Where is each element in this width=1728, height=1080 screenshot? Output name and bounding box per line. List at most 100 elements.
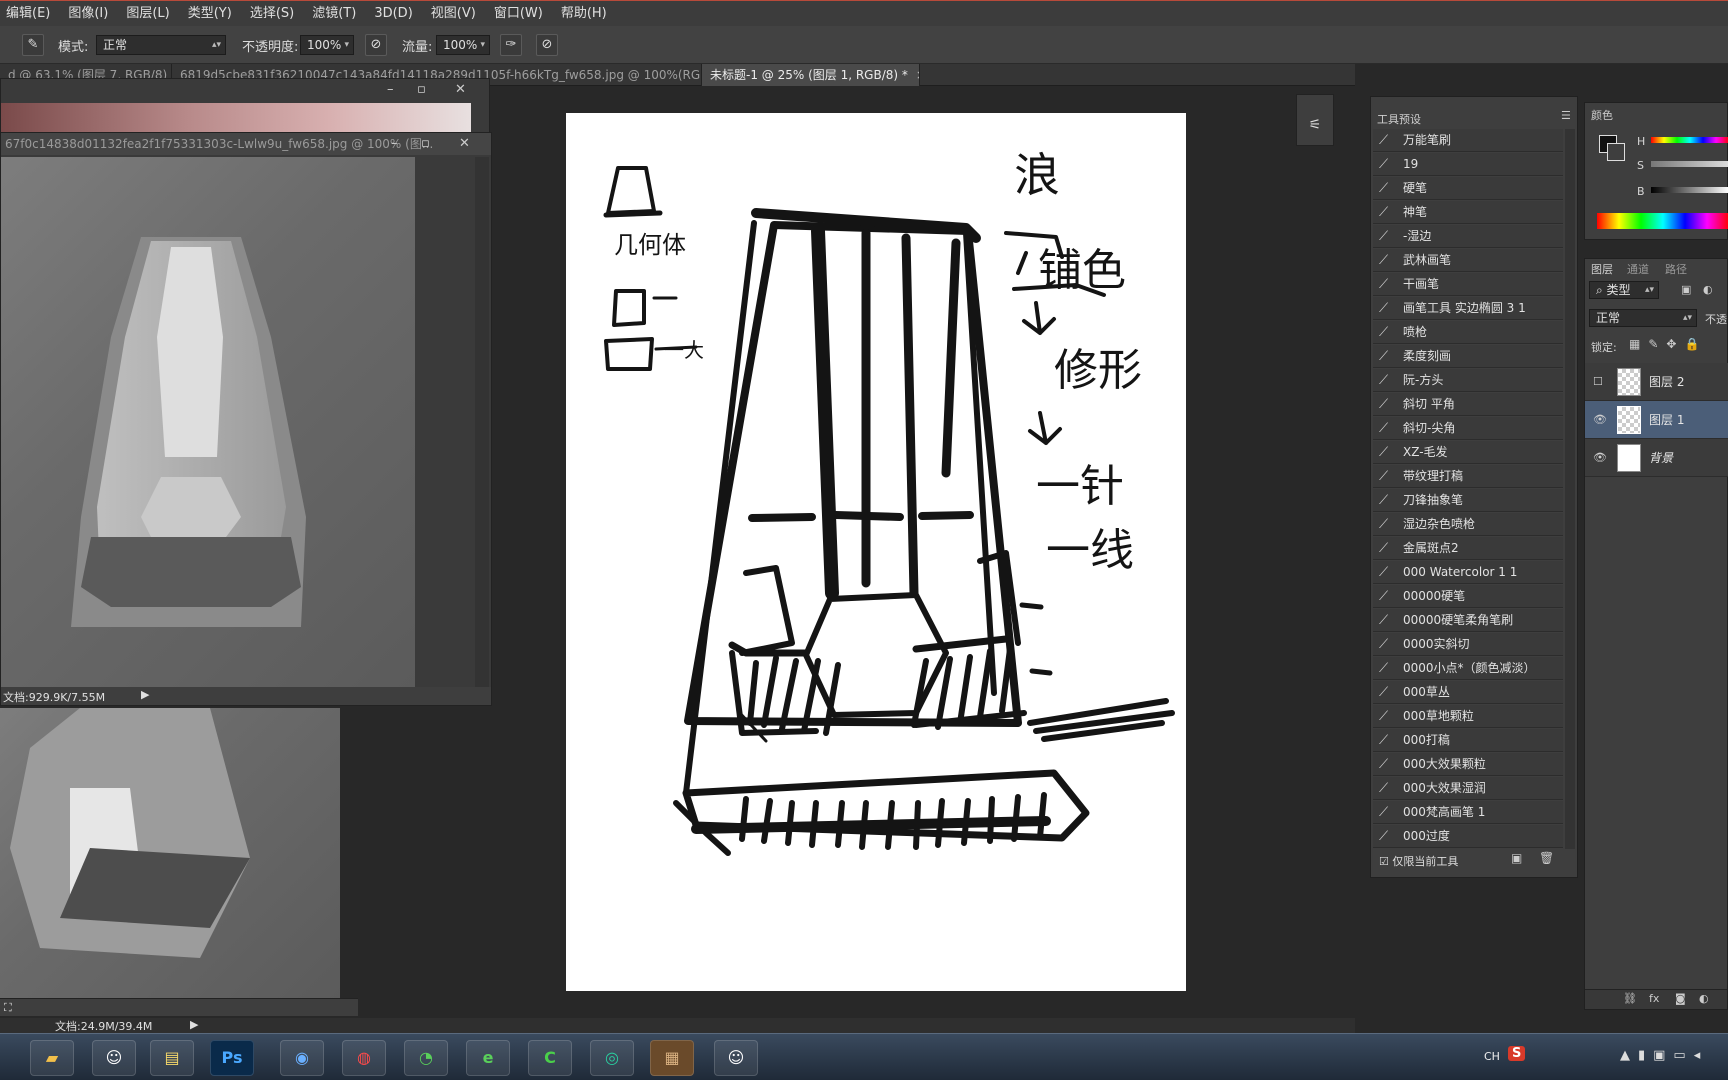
- minimize-icon[interactable]: –: [391, 133, 398, 155]
- eye-icon[interactable]: 👁: [1593, 439, 1607, 477]
- mask-icon[interactable]: ◙: [1675, 992, 1686, 1005]
- lock-icons[interactable]: ▦✎✥🔒: [1629, 337, 1707, 351]
- menu-image[interactable]: 图像(I): [59, 1, 117, 27]
- preset-item[interactable]: ⟋ 柔度刻画: [1373, 345, 1563, 368]
- new-preset-icon[interactable]: ▣: [1511, 851, 1522, 865]
- link-icon[interactable]: ⛓: [1623, 992, 1637, 1005]
- preset-item[interactable]: ⟋ 000草地颗粒: [1373, 705, 1563, 728]
- preset-item[interactable]: ⟋ 000大效果颗粒: [1373, 753, 1563, 776]
- current-tool-only-checkbox[interactable]: ☑ 仅限当前工具: [1379, 853, 1458, 869]
- scrollbar-vertical[interactable]: [475, 157, 489, 687]
- layer-row-1[interactable]: 👁 图层 1: [1585, 401, 1728, 439]
- preset-item[interactable]: ⟋ 000草丛: [1373, 681, 1563, 704]
- preset-item[interactable]: ⟋ 000 Watercolor 1 1: [1373, 561, 1563, 584]
- tab-paths[interactable]: 路径: [1665, 261, 1687, 277]
- menu-view[interactable]: 视图(V): [422, 1, 485, 27]
- qq-icon[interactable]: ☺: [92, 1040, 136, 1076]
- menu-layer[interactable]: 图层(L): [117, 1, 178, 27]
- photoshop-icon[interactable]: Ps: [210, 1040, 254, 1076]
- tool-preset-picker-icon[interactable]: ✎: [22, 34, 44, 56]
- pressure-opacity-icon[interactable]: ⊘: [365, 34, 387, 56]
- filter-image-icon[interactable]: ▣: [1681, 283, 1691, 296]
- status-menu-arrow-icon[interactable]: ▶: [141, 688, 149, 701]
- trash-icon[interactable]: 🗑: [1539, 851, 1554, 865]
- minimize-icon[interactable]: –: [387, 79, 394, 101]
- browser-icon[interactable]: ◉: [280, 1040, 324, 1076]
- maximize-icon[interactable]: ▫: [421, 133, 430, 155]
- explorer-icon[interactable]: ▰: [30, 1040, 74, 1076]
- preset-item[interactable]: ⟋ 19: [1373, 153, 1563, 176]
- close-icon[interactable]: ×: [916, 68, 919, 82]
- wechat-icon[interactable]: ◔: [404, 1040, 448, 1076]
- preset-item[interactable]: ⟋ 喷枪: [1373, 321, 1563, 344]
- preset-item[interactable]: ⟋ 斜切 平角: [1373, 393, 1563, 416]
- menu-window[interactable]: 窗口(W): [485, 1, 552, 27]
- menu-filter[interactable]: 滤镜(T): [303, 1, 365, 27]
- preset-item[interactable]: ⟋ 阮-方头: [1373, 369, 1563, 392]
- layer-row-2[interactable]: ☐ 图层 2: [1585, 363, 1728, 401]
- preset-item[interactable]: ⟋ 00000硬笔柔角笔刷: [1373, 609, 1563, 632]
- reference-window-title[interactable]: 67f0c14838d01132fea2f1f75331303c-Lwlw9u_…: [1, 133, 491, 155]
- preset-item[interactable]: ⟋ -湿边: [1373, 225, 1563, 248]
- preset-item[interactable]: ⟋ 000打稿: [1373, 729, 1563, 752]
- preset-item[interactable]: ⟋ 000大效果湿润: [1373, 777, 1563, 800]
- zoom-toggle-icon[interactable]: ⛶: [4, 1001, 12, 1015]
- netease-music-icon[interactable]: ◍: [342, 1040, 386, 1076]
- tab-layers[interactable]: 图层: [1591, 261, 1613, 277]
- preset-item[interactable]: ⟋ 干画笔: [1373, 273, 1563, 296]
- visibility-toggle[interactable]: ☐: [1593, 363, 1603, 401]
- preset-item[interactable]: ⟋ 带纹理打稿: [1373, 465, 1563, 488]
- preset-item[interactable]: ⟋ 00000硬笔: [1373, 585, 1563, 608]
- preset-item[interactable]: ⟋ XZ-毛发: [1373, 441, 1563, 464]
- close-icon[interactable]: ✕: [455, 79, 466, 101]
- image-viewer-icon[interactable]: ▦: [650, 1040, 694, 1076]
- preset-item[interactable]: ⟋ 刀锋抽象笔: [1373, 489, 1563, 512]
- preset-item[interactable]: ⟋ 湿边杂色喷枪: [1373, 513, 1563, 536]
- layer-filter-select[interactable]: ⌕ 类型 ▴▾: [1589, 281, 1659, 299]
- ie-icon[interactable]: e: [466, 1040, 510, 1076]
- preset-item[interactable]: ⟋ 000过度: [1373, 825, 1563, 848]
- eye-icon[interactable]: 👁: [1593, 401, 1607, 439]
- tab-document-3[interactable]: 未标题-1 @ 25% (图层 1, RGB/8) * ×: [702, 64, 920, 86]
- pressure-size-icon[interactable]: ⊘: [536, 34, 558, 56]
- preset-item[interactable]: ⟋ 0000实斜切: [1373, 633, 1563, 656]
- menu-select[interactable]: 选择(S): [241, 1, 303, 27]
- tray-icons[interactable]: ▲▮▣▭◂: [1620, 1048, 1708, 1063]
- scrollbar-vertical[interactable]: [1565, 129, 1575, 849]
- close-icon[interactable]: ✕: [459, 133, 470, 155]
- preset-item[interactable]: ⟋ 0000小点*（颜色减淡）: [1373, 657, 1563, 680]
- fx-icon[interactable]: fx: [1649, 992, 1659, 1005]
- preset-item[interactable]: ⟋ 000梵高画笔 1: [1373, 801, 1563, 824]
- document-canvas[interactable]: 几何体 一大 浪 铺色 修形 一针 一线: [566, 113, 1186, 991]
- brightness-slider[interactable]: [1651, 187, 1728, 193]
- maximize-icon[interactable]: ▫: [417, 79, 426, 101]
- status-menu-arrow-icon[interactable]: ▶: [190, 1018, 198, 1031]
- filter-adjust-icon[interactable]: ◐: [1703, 283, 1713, 296]
- panel-menu-icon[interactable]: ☰: [1561, 109, 1571, 122]
- flow-field[interactable]: 100% ▾: [436, 35, 490, 55]
- sogou-icon[interactable]: S: [1508, 1046, 1526, 1061]
- preset-item[interactable]: ⟋ 神笔: [1373, 201, 1563, 224]
- brush-settings-icon[interactable]: ⚟: [1303, 117, 1327, 139]
- recorder-icon[interactable]: ◎: [590, 1040, 634, 1076]
- blend-mode-select[interactable]: 正常 ▴▾: [1589, 309, 1697, 327]
- preset-item[interactable]: ⟋ 硬笔: [1373, 177, 1563, 200]
- menu-help[interactable]: 帮助(H): [552, 1, 616, 27]
- mode-select[interactable]: 正常 ▴▾: [96, 35, 226, 55]
- layer-row-background[interactable]: 👁 背景: [1585, 439, 1728, 477]
- hue-slider[interactable]: [1651, 137, 1728, 143]
- preset-item[interactable]: ⟋ 金属斑点2: [1373, 537, 1563, 560]
- tool-presets-tab[interactable]: 工具预设: [1377, 111, 1421, 127]
- color-tab[interactable]: 颜色: [1591, 107, 1613, 123]
- menu-3d[interactable]: 3D(D): [365, 1, 421, 27]
- saturation-slider[interactable]: [1651, 161, 1728, 167]
- camtasia-icon[interactable]: C: [528, 1040, 572, 1076]
- qq-app-icon[interactable]: ☺: [714, 1040, 758, 1076]
- preset-item[interactable]: ⟋ 画笔工具 实边椭圆 3 1: [1373, 297, 1563, 320]
- menu-edit[interactable]: 编辑(E): [0, 1, 59, 27]
- airbrush-icon[interactable]: ✑: [500, 34, 522, 56]
- preset-item[interactable]: ⟋ 斜切-尖角: [1373, 417, 1563, 440]
- adjustment-icon[interactable]: ◐: [1699, 992, 1709, 1005]
- tab-channels[interactable]: 通道: [1627, 261, 1649, 277]
- notepad-icon[interactable]: ▤: [150, 1040, 194, 1076]
